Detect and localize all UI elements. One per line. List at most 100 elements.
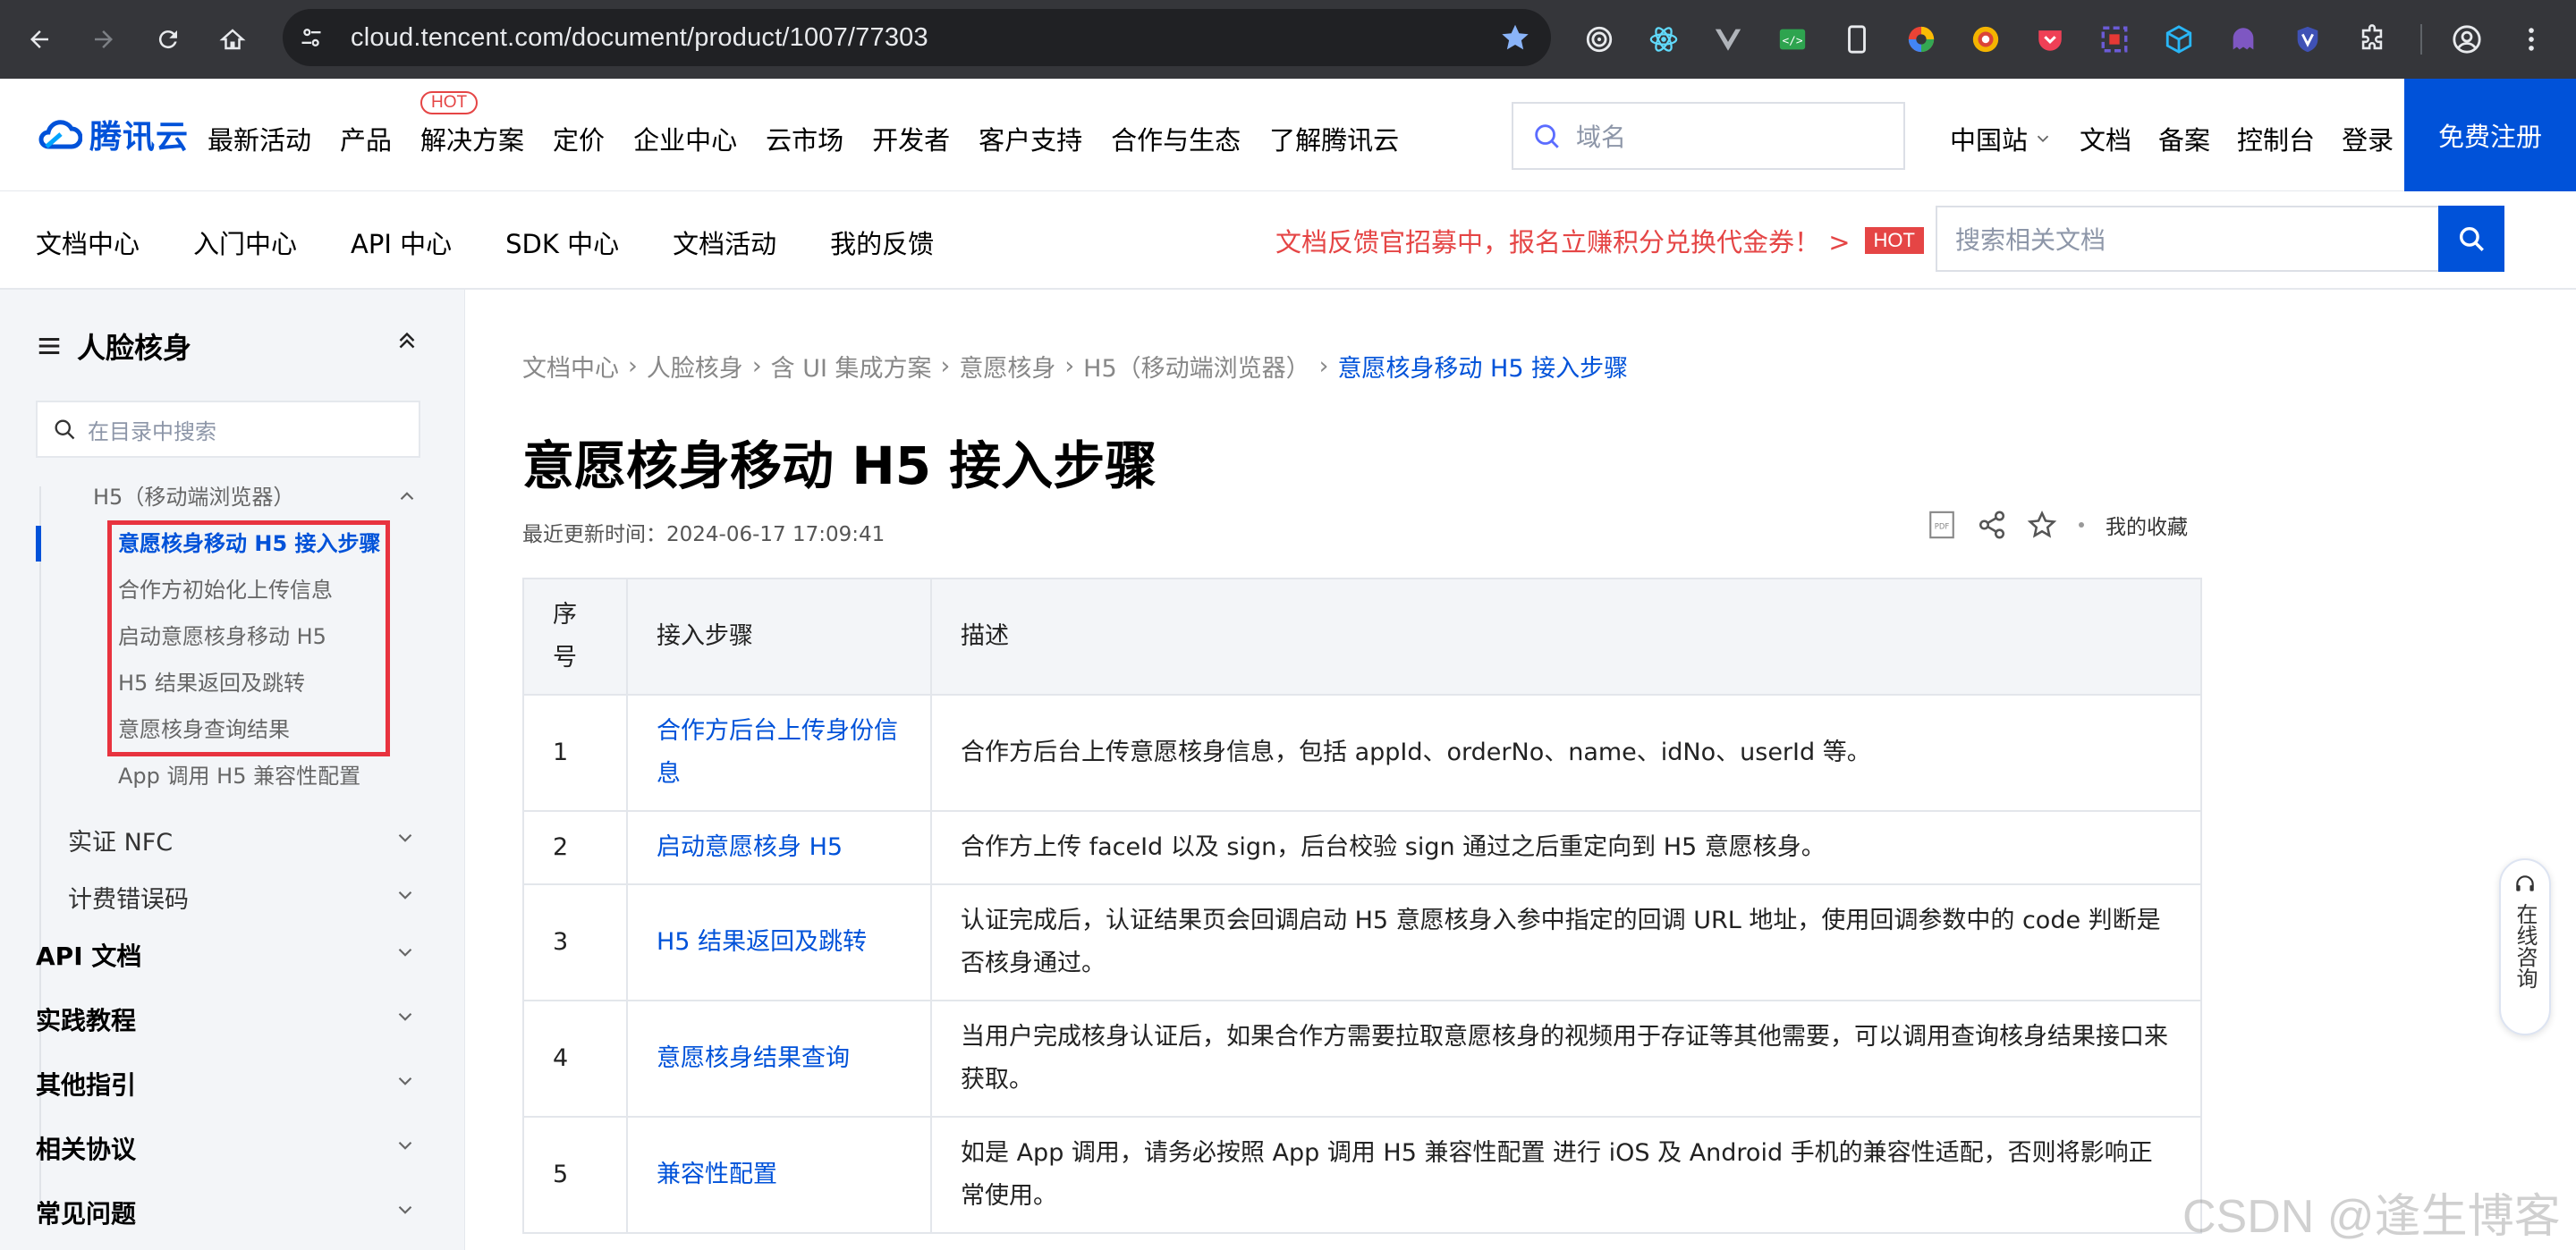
my-favorites-link[interactable]: 我的收藏 — [2106, 510, 2188, 540]
vue-devtools-icon[interactable] — [1712, 23, 1744, 55]
palette-extension-icon[interactable] — [1970, 23, 2002, 55]
table-header-row: 序号 接入步骤 描述 — [522, 578, 2202, 696]
nav-developers[interactable]: 开发者 — [872, 120, 950, 157]
chevron-down-icon[interactable] — [394, 1069, 417, 1093]
color-wheel-icon[interactable] — [1905, 23, 1937, 55]
chevron-down-icon[interactable] — [394, 1134, 417, 1157]
address-bar[interactable]: cloud.tencent.com/document/product/1007/… — [283, 9, 1551, 66]
site-info-icon[interactable] — [292, 18, 331, 57]
region-selector[interactable]: 中国站 — [1950, 120, 2053, 157]
bookmark-star-icon[interactable] — [1499, 21, 1531, 54]
url-text[interactable]: cloud.tencent.com/document/product/1007/… — [351, 23, 928, 53]
collapse-up-icon[interactable] — [394, 327, 420, 354]
screenshot-extension-icon[interactable] — [2098, 23, 2131, 55]
nav-pricing[interactable]: 定价 — [553, 120, 605, 157]
doc-nav-sdk-center[interactable]: SDK 中心 — [505, 224, 619, 261]
ghost-extension-icon[interactable] — [2227, 23, 2259, 55]
nav-partners[interactable]: 合作与生态 — [1111, 120, 1241, 157]
chevron-up-icon[interactable] — [395, 485, 419, 508]
table-row: 1 合作方后台上传身份信息 合作方后台上传意愿核身信息，包括 appId、ord… — [522, 694, 2202, 812]
sidebar-item-app-compat[interactable]: App 调用 H5 兼容性配置 — [118, 758, 360, 790]
docs-link[interactable]: 文档 — [2080, 120, 2131, 157]
site-header: 腾讯云 最新活动 HOT 产品 解决方案 定价 企业中心 云市场 开发者 客户支… — [0, 79, 2576, 191]
promo-text[interactable]: 文档反馈官招募中，报名立赚积分兑换代金券！ > — [1275, 222, 1851, 259]
chevron-down-icon[interactable] — [394, 826, 417, 849]
icp-filing-link[interactable]: 备案 — [2158, 120, 2210, 157]
promo-banner[interactable]: 文档反馈官招募中，报名立赚积分兑换代金券！ > HOT — [1275, 222, 1924, 259]
puzzle-extensions-icon[interactable] — [2356, 23, 2388, 55]
sidebar-section-nfc[interactable]: 实证 NFC — [68, 823, 173, 857]
doc-nav-doc-center[interactable]: 文档中心 — [36, 224, 140, 261]
nav-enterprise[interactable]: 企业中心 — [633, 120, 737, 157]
online-consult-button[interactable]: 在线咨询 — [2499, 858, 2551, 1035]
main-nav: 最新活动 HOT 产品 解决方案 定价 企业中心 云市场 开发者 客户支持 合作… — [208, 91, 1428, 157]
nav-support[interactable]: 客户支持 — [979, 120, 1082, 157]
doc-nav-api-center[interactable]: API 中心 — [351, 224, 452, 261]
forward-icon[interactable] — [79, 14, 129, 64]
extensions-row: </> — [1583, 18, 2576, 61]
chevron-down-icon[interactable] — [394, 1005, 417, 1028]
share-icon[interactable] — [1977, 510, 2007, 540]
mobile-device-icon[interactable] — [1841, 23, 1873, 55]
sidebar-search-placeholder: 在目录中搜索 — [88, 418, 216, 444]
nav-about[interactable]: 了解腾讯云 — [1269, 120, 1399, 157]
sidebar-top-other-guides[interactable]: 其他指引 — [36, 1066, 136, 1102]
promo-hot-badge: HOT — [1864, 227, 1924, 254]
sidebar-top-tutorials[interactable]: 实践教程 — [36, 1001, 136, 1037]
cube-extension-icon[interactable] — [2163, 23, 2195, 55]
chevron-down-icon[interactable] — [394, 941, 417, 964]
menu-icon[interactable] — [36, 333, 63, 359]
nav-solutions[interactable]: 解决方案 — [420, 120, 524, 157]
doc-search-button[interactable] — [2438, 206, 2504, 272]
breadcrumb-face-id[interactable]: 人脸核身 — [647, 349, 743, 384]
back-icon[interactable] — [14, 14, 64, 64]
code-extension-icon[interactable]: </> — [1776, 23, 1809, 55]
row-step-link[interactable]: 兼容性配置 — [626, 1116, 932, 1234]
sidebar-top-agreements[interactable]: 相关协议 — [36, 1130, 136, 1166]
table-row: 5 兼容性配置 如是 App 调用，请务必按照 App 调用 H5 兼容性配置 … — [522, 1116, 2202, 1234]
doc-nav-doc-activities[interactable]: 文档活动 — [673, 224, 776, 261]
chevron-down-icon[interactable] — [394, 883, 417, 907]
breadcrumb: 文档中心 › 人脸核身 › 含 UI 集成方案 › 意愿核身 › H5（移动端浏览器） ›… — [522, 349, 1628, 384]
home-icon[interactable] — [208, 14, 258, 64]
steps-table: 序号 接入步骤 描述 1 合作方后台上传身份信息 合作方后台上传意愿核身信息，包… — [522, 578, 2202, 1234]
breadcrumb-doc-center[interactable]: 文档中心 — [522, 349, 619, 384]
row-step-link[interactable]: 意愿核身结果查询 — [626, 1000, 932, 1118]
nav-products[interactable]: HOT 产品 — [340, 91, 479, 157]
sidebar-section-billing-errors[interactable]: 计费错误码 — [68, 880, 189, 915]
nav-latest-activities[interactable]: 最新活动 — [208, 120, 311, 157]
nav-marketplace[interactable]: 云市场 — [766, 120, 843, 157]
sidebar-group-h5[interactable]: H5（移动端浏览器） — [93, 479, 294, 511]
sidebar-top-api-docs[interactable]: API 文档 — [36, 937, 141, 973]
breadcrumb-h5[interactable]: H5（移动端浏览器） — [1083, 349, 1309, 384]
doc-nav-my-feedback[interactable]: 我的反馈 — [830, 224, 934, 261]
tencent-cloud-logo[interactable]: 腾讯云 — [36, 111, 189, 157]
pocket-icon[interactable] — [2034, 23, 2066, 55]
console-link[interactable]: 控制台 — [2237, 120, 2315, 157]
reload-icon[interactable] — [143, 14, 193, 64]
doc-search-input[interactable]: 搜索相关文档 — [1936, 206, 2504, 272]
breadcrumb-willingness[interactable]: 意愿核身 — [959, 349, 1055, 384]
profile-avatar-icon[interactable] — [2451, 23, 2483, 55]
table-row: 2 启动意愿核身 H5 合作方上传 faceId 以及 sign，后台校验 si… — [522, 810, 2202, 885]
row-step-link[interactable]: 启动意愿核身 H5 — [626, 810, 932, 885]
pdf-icon[interactable]: PDF — [1927, 510, 1957, 540]
browser-menu-icon[interactable] — [2515, 23, 2547, 55]
row-step-link[interactable]: H5 结果返回及跳转 — [626, 883, 932, 1001]
sidebar-top-faq[interactable]: 常见问题 — [36, 1195, 136, 1230]
breadcrumb-ui-solution[interactable]: 含 UI 集成方案 — [771, 349, 932, 384]
register-button[interactable]: 免费注册 — [2404, 79, 2576, 191]
header-right: 中国站 文档 备案 控制台 登录 — [1950, 120, 2420, 157]
domain-search-placeholder: 域名 — [1576, 122, 1627, 152]
active-indicator — [36, 526, 41, 562]
radar-extension-icon[interactable] — [1583, 23, 1615, 55]
doc-nav-getting-started[interactable]: 入门中心 — [193, 224, 297, 261]
sidebar-search-input[interactable]: 在目录中搜索 — [36, 401, 420, 458]
domain-search-input[interactable]: 域名 — [1512, 102, 1905, 170]
shield-extension-icon[interactable] — [2292, 23, 2324, 55]
login-link[interactable]: 登录 — [2342, 120, 2394, 157]
react-devtools-icon[interactable] — [1648, 23, 1680, 55]
favorite-star-icon[interactable] — [2027, 510, 2057, 540]
chevron-down-icon[interactable] — [394, 1198, 417, 1221]
row-step-link[interactable]: 合作方后台上传身份信息 — [626, 694, 932, 812]
